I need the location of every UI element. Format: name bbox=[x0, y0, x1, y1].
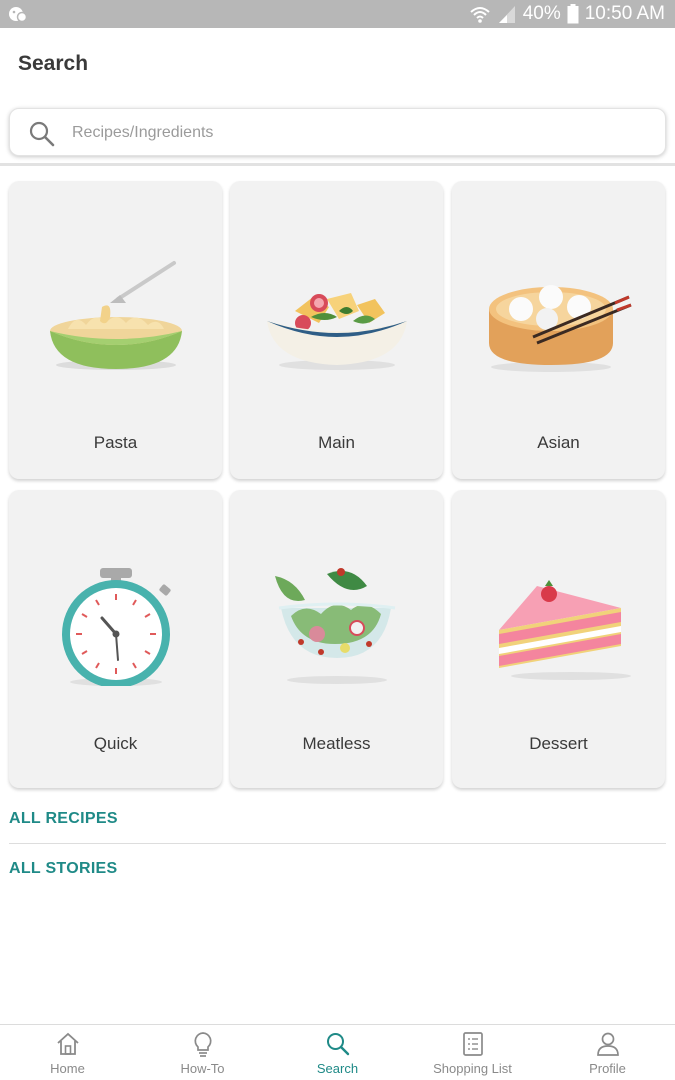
home-icon bbox=[55, 1031, 81, 1057]
category-card-meatless[interactable]: Meatless bbox=[230, 490, 443, 788]
nav-profile[interactable]: Profile bbox=[540, 1025, 675, 1080]
page-title: Search bbox=[18, 52, 89, 75]
pasta-bowl-icon bbox=[40, 247, 192, 377]
nav-label: Search bbox=[316, 1061, 359, 1076]
checklist-icon bbox=[460, 1031, 486, 1057]
search-icon bbox=[28, 120, 56, 153]
links-divider bbox=[9, 843, 666, 844]
search-input[interactable] bbox=[72, 119, 632, 147]
nav-how-to[interactable]: How-To bbox=[135, 1025, 270, 1080]
nav-label: Home bbox=[50, 1061, 85, 1076]
stopwatch-icon bbox=[40, 556, 192, 688]
category-label: Asian bbox=[537, 433, 580, 452]
category-label: Meatless bbox=[302, 734, 371, 753]
category-card-asian[interactable]: Asian bbox=[452, 181, 665, 479]
dumpling-steamer-icon bbox=[483, 247, 635, 377]
category-card-dessert[interactable]: Dessert bbox=[452, 490, 665, 788]
search-icon bbox=[325, 1031, 351, 1057]
person-icon bbox=[595, 1031, 621, 1057]
all-stories-link[interactable]: ALL STORIES bbox=[9, 860, 118, 878]
wifi-icon bbox=[469, 4, 491, 24]
battery-icon bbox=[567, 4, 579, 24]
nav-label: Shopping List bbox=[433, 1061, 512, 1076]
search-divider bbox=[0, 163, 675, 166]
lightbulb-icon bbox=[190, 1031, 216, 1057]
category-label: Quick bbox=[93, 734, 138, 753]
category-card-quick[interactable]: Quick bbox=[9, 490, 222, 788]
battery-percent: 40% bbox=[522, 3, 561, 24]
salad-bowl-icon bbox=[261, 247, 413, 377]
nav-search[interactable]: Search bbox=[270, 1025, 405, 1080]
search-bar[interactable] bbox=[9, 108, 666, 156]
category-label: Dessert bbox=[529, 734, 588, 753]
notification-icon bbox=[8, 5, 28, 28]
nav-label: Profile bbox=[589, 1061, 626, 1076]
bottom-nav: Home How-To Search Shopping List Profile bbox=[0, 1024, 675, 1080]
clock: 10:50 AM bbox=[584, 3, 665, 24]
cake-slice-icon bbox=[483, 556, 635, 686]
status-bar: 40% 10:50 AM bbox=[0, 0, 675, 28]
nav-shopping-list[interactable]: Shopping List bbox=[405, 1025, 540, 1080]
signal-icon bbox=[497, 4, 517, 24]
category-label: Main bbox=[318, 433, 355, 452]
category-card-main[interactable]: Main bbox=[230, 181, 443, 479]
green-salad-icon bbox=[261, 556, 413, 686]
category-label: Pasta bbox=[93, 433, 138, 452]
all-recipes-link[interactable]: ALL RECIPES bbox=[9, 810, 118, 828]
category-card-pasta[interactable]: Pasta bbox=[9, 181, 222, 479]
nav-label: How-To bbox=[180, 1061, 225, 1076]
nav-home[interactable]: Home bbox=[0, 1025, 135, 1080]
